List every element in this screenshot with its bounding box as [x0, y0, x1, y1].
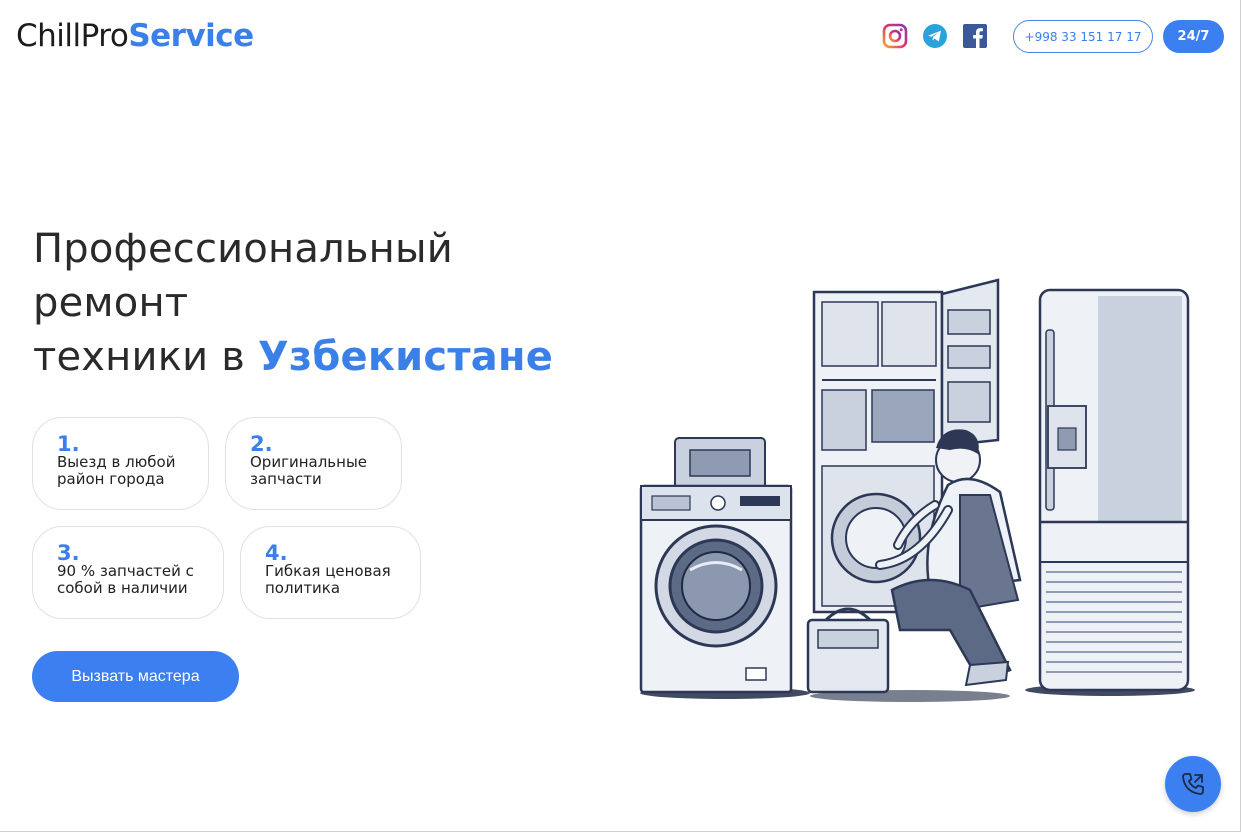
feature-card-3: 3. 90 % запчастей с собой в наличии: [32, 526, 224, 619]
feature-number: 4.: [265, 541, 288, 565]
hero-title-line1: Профессиональный: [33, 226, 453, 272]
facebook-icon[interactable]: [961, 22, 989, 50]
feature-number: 3.: [57, 541, 80, 565]
hero-title-line2: ремонт: [33, 280, 189, 326]
hero-title-highlight: Узбекистане: [257, 334, 554, 380]
brand-logo[interactable]: ChillProService: [16, 18, 254, 54]
feature-card-1: 1. Выезд в любой район города: [32, 417, 209, 510]
hours-badge-button[interactable]: 24/7: [1163, 20, 1224, 53]
feature-card-2: 2. Оригинальные запчасти: [225, 417, 402, 510]
technician-appliances-illustration: [639, 278, 1195, 702]
phone-button[interactable]: +998 33 151 17 17: [1013, 20, 1153, 53]
feature-text: Выезд в любой район города: [57, 453, 176, 488]
brand-name-part2: Service: [128, 18, 254, 54]
instagram-icon[interactable]: [881, 22, 909, 50]
landing-page: ChillProService +998 33 151 17 17 24/7 П…: [0, 0, 1241, 832]
hero-title-line3: техники в: [33, 334, 258, 380]
call-master-button[interactable]: Вызвать мастера: [32, 651, 239, 702]
phone-call-icon: [1182, 773, 1204, 795]
feature-text: 90 % запчастей с собой в наличии: [57, 562, 194, 597]
feature-card-4: 4. Гибкая ценовая политика: [240, 526, 421, 619]
brand-name-part1: ChillPro: [16, 18, 129, 54]
floating-call-button[interactable]: [1165, 756, 1221, 812]
feature-number: 1.: [57, 432, 80, 456]
feature-text: Гибкая ценовая политика: [265, 562, 391, 597]
feature-number: 2.: [250, 432, 273, 456]
feature-text: Оригинальные запчасти: [250, 453, 368, 488]
hero-title: Профессиональный ремонт техники в Узбеки…: [33, 222, 553, 384]
telegram-icon[interactable]: [921, 22, 949, 50]
